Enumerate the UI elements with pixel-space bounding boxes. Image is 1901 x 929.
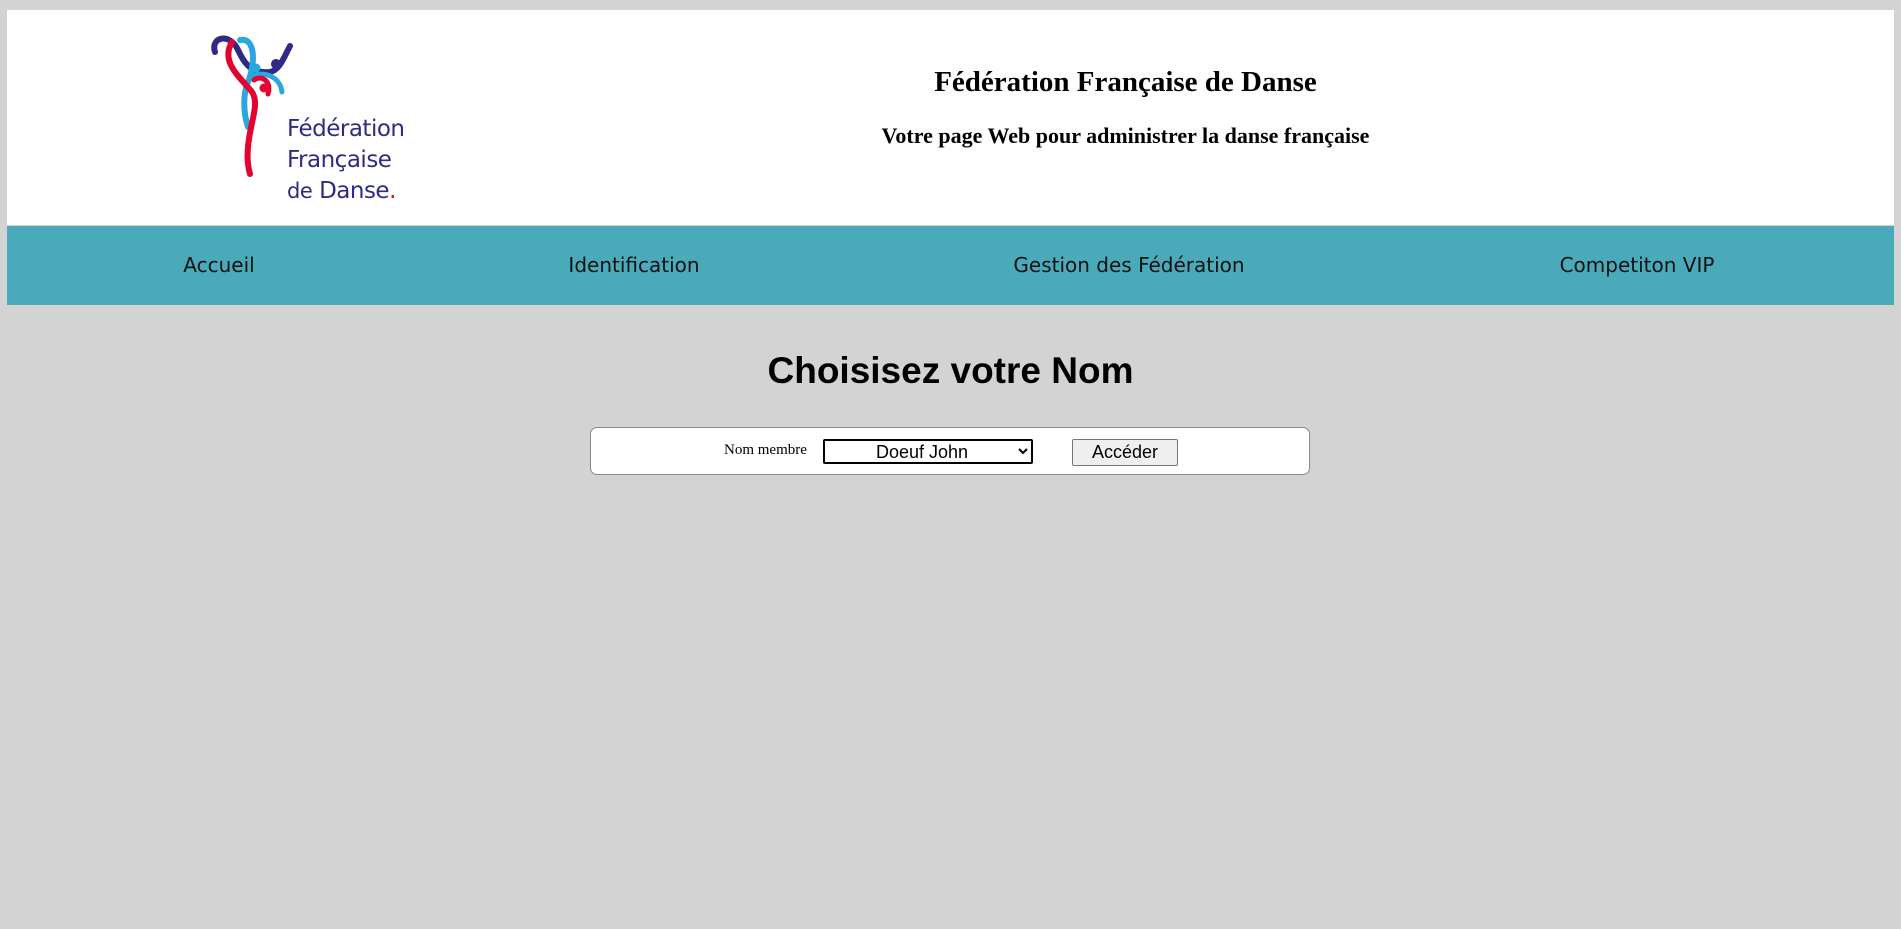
logo-line-3-prefix: de (287, 179, 313, 203)
nav-item-competition-vip[interactable]: Competiton VIP (1560, 226, 1715, 305)
acceder-button[interactable]: Accéder (1072, 439, 1178, 466)
site-header: Fédération Française de Danse. Fédératio… (7, 10, 1894, 225)
member-form: Nom membre Doeuf John Accéder (590, 427, 1310, 475)
page-heading: Choisisez votre Nom (767, 350, 1134, 391)
ffd-logo[interactable]: Fédération Française de Danse. (210, 32, 430, 204)
member-name-select[interactable]: Doeuf John (823, 439, 1033, 464)
logo-line-3-main: Danse (319, 178, 390, 204)
nav-item-identification[interactable]: Identification (568, 226, 699, 305)
site-title: Fédération Française de Danse (934, 66, 1317, 98)
logo-line-3: de Danse. (287, 176, 404, 207)
member-name-label: Nom membre (724, 442, 807, 458)
main-nav: Accueil Identification Gestion des Fédér… (7, 226, 1894, 305)
nav-item-gestion-federation[interactable]: Gestion des Fédération (1013, 226, 1244, 305)
logo-line-2: Française (287, 147, 392, 173)
site-subtitle: Votre page Web pour administrer la danse… (881, 123, 1370, 148)
logo-dot: . (389, 178, 396, 204)
nav-item-accueil[interactable]: Accueil (183, 226, 254, 305)
